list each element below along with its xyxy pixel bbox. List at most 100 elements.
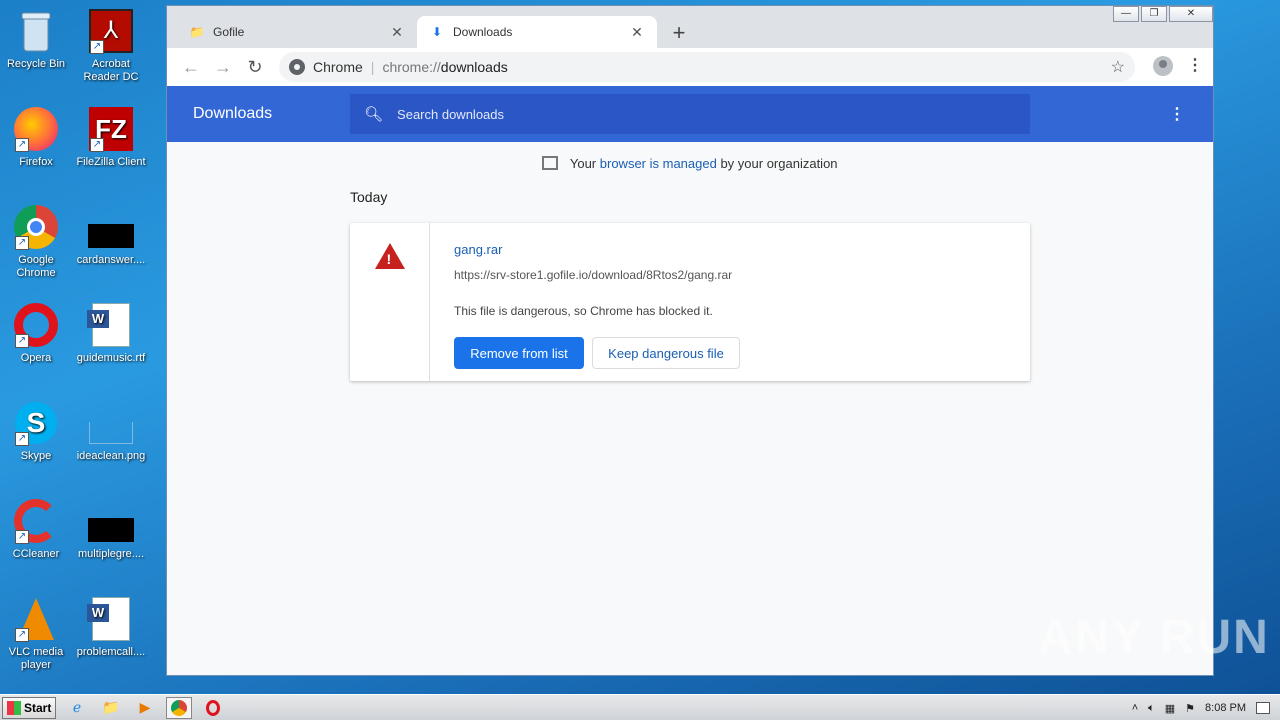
desktop-icon-label: CCleaner — [12, 548, 60, 560]
ccleaner-icon: ↗ — [13, 498, 59, 544]
close-tab-icon[interactable]: ✕ — [389, 24, 405, 41]
new-tab-button[interactable]: + — [667, 20, 691, 46]
shortcut-arrow-icon: ↗ — [15, 138, 29, 152]
image-file-icon — [88, 400, 134, 446]
desktop-icon-cardanswer[interactable]: cardanswer.... — [75, 204, 147, 267]
media-player-taskbar-icon[interactable]: ▶ — [132, 697, 158, 719]
toolbar-right: ⋮ — [1153, 56, 1203, 76]
close-tab-icon[interactable]: ✕ — [629, 24, 645, 41]
shortcut-arrow-icon: ↗ — [15, 334, 29, 348]
profile-avatar-icon[interactable] — [1153, 56, 1173, 76]
desktop-icon-problemcall[interactable]: W problemcall.... — [75, 596, 147, 659]
clock[interactable]: 8:08 PM — [1205, 702, 1246, 714]
file-icon — [88, 498, 134, 544]
reload-button[interactable]: ↻ — [239, 57, 271, 78]
downloads-menu-icon[interactable]: ⋮ — [1169, 104, 1185, 124]
desktop-icon-opera[interactable]: ↗ Opera — [0, 302, 72, 365]
shortcut-arrow-icon: ↗ — [15, 530, 29, 544]
separator: | — [370, 59, 375, 75]
managed-notice: Your browser is managed by your organiza… — [167, 156, 1213, 171]
desktop-icon-filezilla[interactable]: FZ ↗ FileZilla Client — [75, 106, 147, 169]
remove-from-list-button[interactable]: Remove from list — [454, 337, 584, 369]
desktop-icon-vlc[interactable]: ↗ VLC media player — [0, 596, 72, 672]
action-center-flag-icon[interactable]: ⚑ — [1185, 702, 1195, 715]
keep-dangerous-file-button[interactable]: Keep dangerous file — [592, 337, 740, 369]
show-desktop-icon[interactable] — [1256, 702, 1270, 714]
building-icon — [542, 156, 559, 170]
shortcut-arrow-icon: ↗ — [90, 40, 104, 54]
anyrun-watermark: ANY RUN — [1038, 611, 1270, 664]
desktop-icon-label: Acrobat Reader DC — [83, 58, 139, 83]
desktop-icon-label: Skype — [20, 450, 52, 462]
opera-taskbar-icon[interactable] — [200, 697, 226, 719]
chrome-icon: ↗ — [13, 204, 59, 250]
search-downloads-input[interactable]: 🔍︎ Search downloads — [350, 94, 1030, 134]
word-doc-icon: W — [87, 302, 134, 348]
download-item-icon-area — [350, 223, 430, 381]
taskbar: Start ℯ 📁 ▶ ˄ 🔈︎ ▦ ⚑ 8:08 PM — [0, 694, 1280, 720]
filezilla-icon: FZ ↗ — [88, 106, 134, 152]
tab-bar: 📁 Gofile ✕ ⬇ Downloads ✕ + — [167, 14, 1213, 48]
desktop-icon-label: Google Chrome — [16, 254, 56, 279]
desktop-icon-firefox[interactable]: ↗ Firefox — [0, 106, 72, 169]
managed-suffix: by your organization — [720, 156, 838, 171]
download-url: https://srv-store1.gofile.io/download/8R… — [454, 268, 733, 282]
managed-prefix: Your — [569, 156, 597, 171]
show-hidden-icons-icon[interactable]: ˄ — [1132, 702, 1138, 714]
volume-icon[interactable]: 🔈︎ — [1148, 702, 1155, 715]
explorer-taskbar-icon[interactable]: 📁 — [98, 697, 124, 719]
skype-icon: S ↗ — [13, 400, 59, 446]
chrome-taskbar-icon[interactable] — [166, 696, 192, 719]
desktop-icon-acrobat[interactable]: ⅄ ↗ Acrobat Reader DC — [75, 8, 147, 84]
download-favicon-icon: ⬇ — [431, 25, 443, 39]
search-icon: 🔍︎ — [364, 106, 384, 123]
shortcut-arrow-icon: ↗ — [15, 628, 29, 642]
url-scheme: chrome:// — [382, 59, 441, 75]
desktop-icon-multiplegre[interactable]: multiplegre.... — [75, 498, 147, 561]
managed-link[interactable]: browser is managed — [600, 156, 717, 171]
acrobat-icon: ⅄ ↗ — [88, 8, 134, 54]
desktop-icon-label: multiplegre.... — [77, 548, 145, 560]
start-button[interactable]: Start — [2, 696, 56, 719]
page-title: Downloads — [193, 105, 273, 122]
tab-title: Gofile — [213, 25, 245, 39]
desktop-icon-label: Firefox — [19, 156, 53, 168]
chrome-site-icon — [289, 59, 305, 75]
download-item-card: gang.rar https://srv-store1.gofile.io/do… — [350, 223, 1030, 381]
internet-explorer-taskbar-icon[interactable]: ℯ — [64, 697, 90, 719]
tab-title: Downloads — [453, 25, 513, 39]
firefox-icon: ↗ — [13, 106, 59, 152]
desktop-icon-guidemusic[interactable]: W guidemusic.rtf — [75, 302, 147, 365]
desktop-icon-ideaclean[interactable]: ideaclean.png — [75, 400, 147, 463]
downloads-header: Downloads 🔍︎ Search downloads ⋮ — [167, 86, 1213, 142]
desktop-icon-chrome[interactable]: ↗ Google Chrome — [0, 204, 72, 280]
shortcut-arrow-icon: ↗ — [90, 138, 104, 152]
downloads-page: Downloads 🔍︎ Search downloads ⋮ Your bro… — [167, 86, 1213, 675]
vlc-icon: ↗ — [13, 596, 59, 642]
desktop-icon-label: guidemusic.rtf — [76, 352, 146, 364]
chrome-menu-icon[interactable]: ⋮ — [1187, 58, 1203, 74]
desktop-icon-ccleaner[interactable]: ↗ CCleaner — [0, 498, 72, 561]
desktop-icon-recycle-bin[interactable]: Recycle Bin — [0, 8, 72, 71]
network-icon[interactable]: ▦ — [1165, 702, 1175, 715]
tab-downloads[interactable]: ⬇ Downloads ✕ — [417, 16, 657, 48]
shortcut-arrow-icon: ↗ — [15, 236, 29, 250]
opera-icon: ↗ — [13, 302, 59, 348]
desktop-icon-label: Opera — [20, 352, 52, 364]
desktop-icon-skype[interactable]: S ↗ Skype — [0, 400, 72, 463]
desktop-icon-label: ideaclean.png — [76, 450, 146, 462]
url-path: downloads — [440, 59, 508, 75]
gofile-favicon-icon: 📁 — [189, 25, 205, 39]
forward-button[interactable]: → — [207, 57, 239, 78]
desktop-icon-label: VLC media player — [8, 646, 64, 671]
system-tray: ˄ 🔈︎ ▦ ⚑ 8:08 PM — [1132, 695, 1280, 720]
address-bar[interactable]: Chrome | chrome:// downloads ☆ — [279, 52, 1135, 82]
download-file-name[interactable]: gang.rar — [454, 242, 502, 257]
desktop-icon-label: FileZilla Client — [76, 156, 146, 168]
tab-gofile[interactable]: 📁 Gofile ✕ — [177, 16, 417, 48]
security-chip: Chrome — [313, 59, 363, 75]
back-button[interactable]: ← — [175, 57, 207, 78]
desktop-icon-label: Recycle Bin — [6, 58, 66, 70]
bookmark-star-icon[interactable]: ☆ — [1111, 57, 1125, 77]
start-label: Start — [24, 700, 52, 715]
